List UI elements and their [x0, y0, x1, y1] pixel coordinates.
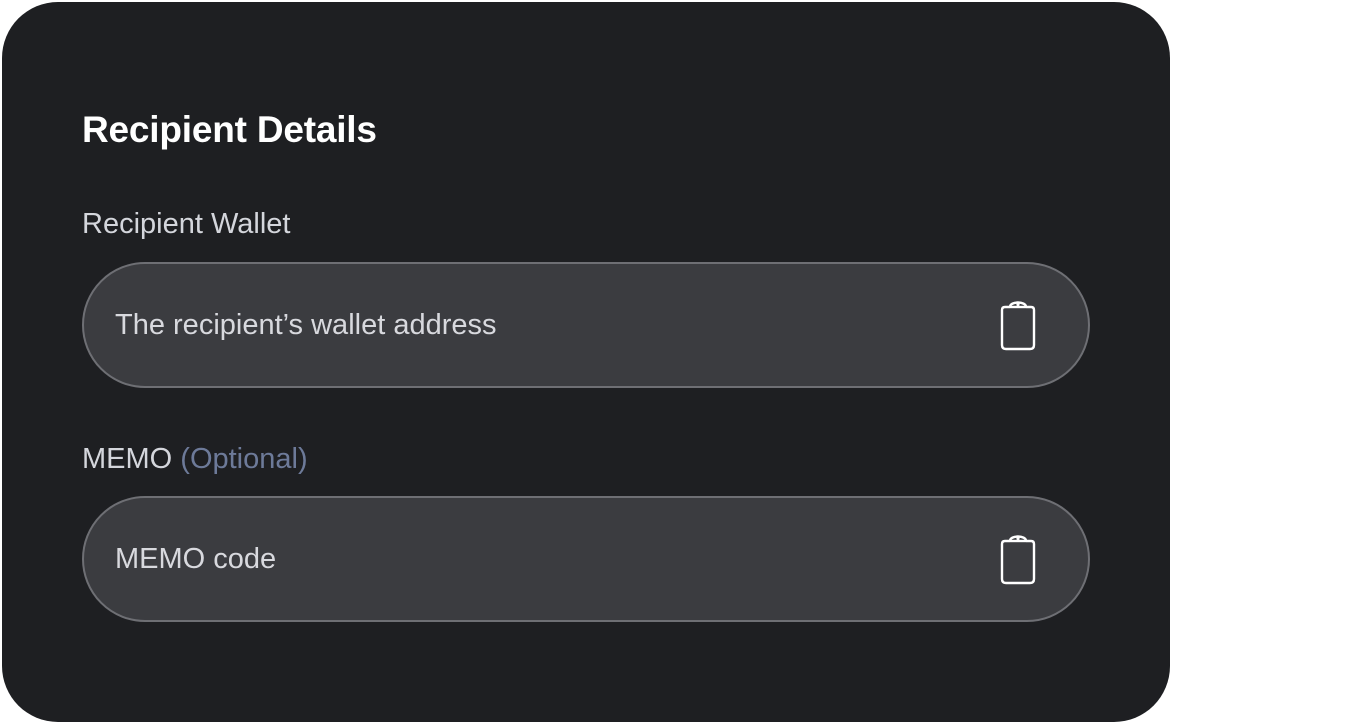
memo-field[interactable] — [82, 496, 1090, 622]
memo-input[interactable] — [115, 529, 996, 589]
card-title: Recipient Details — [82, 109, 377, 150]
memo-label-text: MEMO — [82, 443, 173, 475]
recipient-details-card: Recipient Details Recipient Wallet MEMO … — [2, 2, 1170, 722]
recipient-wallet-input[interactable] — [115, 295, 996, 355]
paste-wallet-button[interactable] — [996, 297, 1040, 353]
recipient-wallet-label: Recipient Wallet — [82, 208, 291, 240]
paste-memo-button[interactable] — [996, 531, 1040, 587]
clipboard-icon — [1000, 301, 1036, 351]
memo-label: MEMO (Optional) — [82, 439, 308, 479]
recipient-wallet-field[interactable] — [82, 262, 1090, 388]
memo-optional-label: (Optional) — [180, 443, 308, 475]
clipboard-icon — [1000, 535, 1036, 585]
